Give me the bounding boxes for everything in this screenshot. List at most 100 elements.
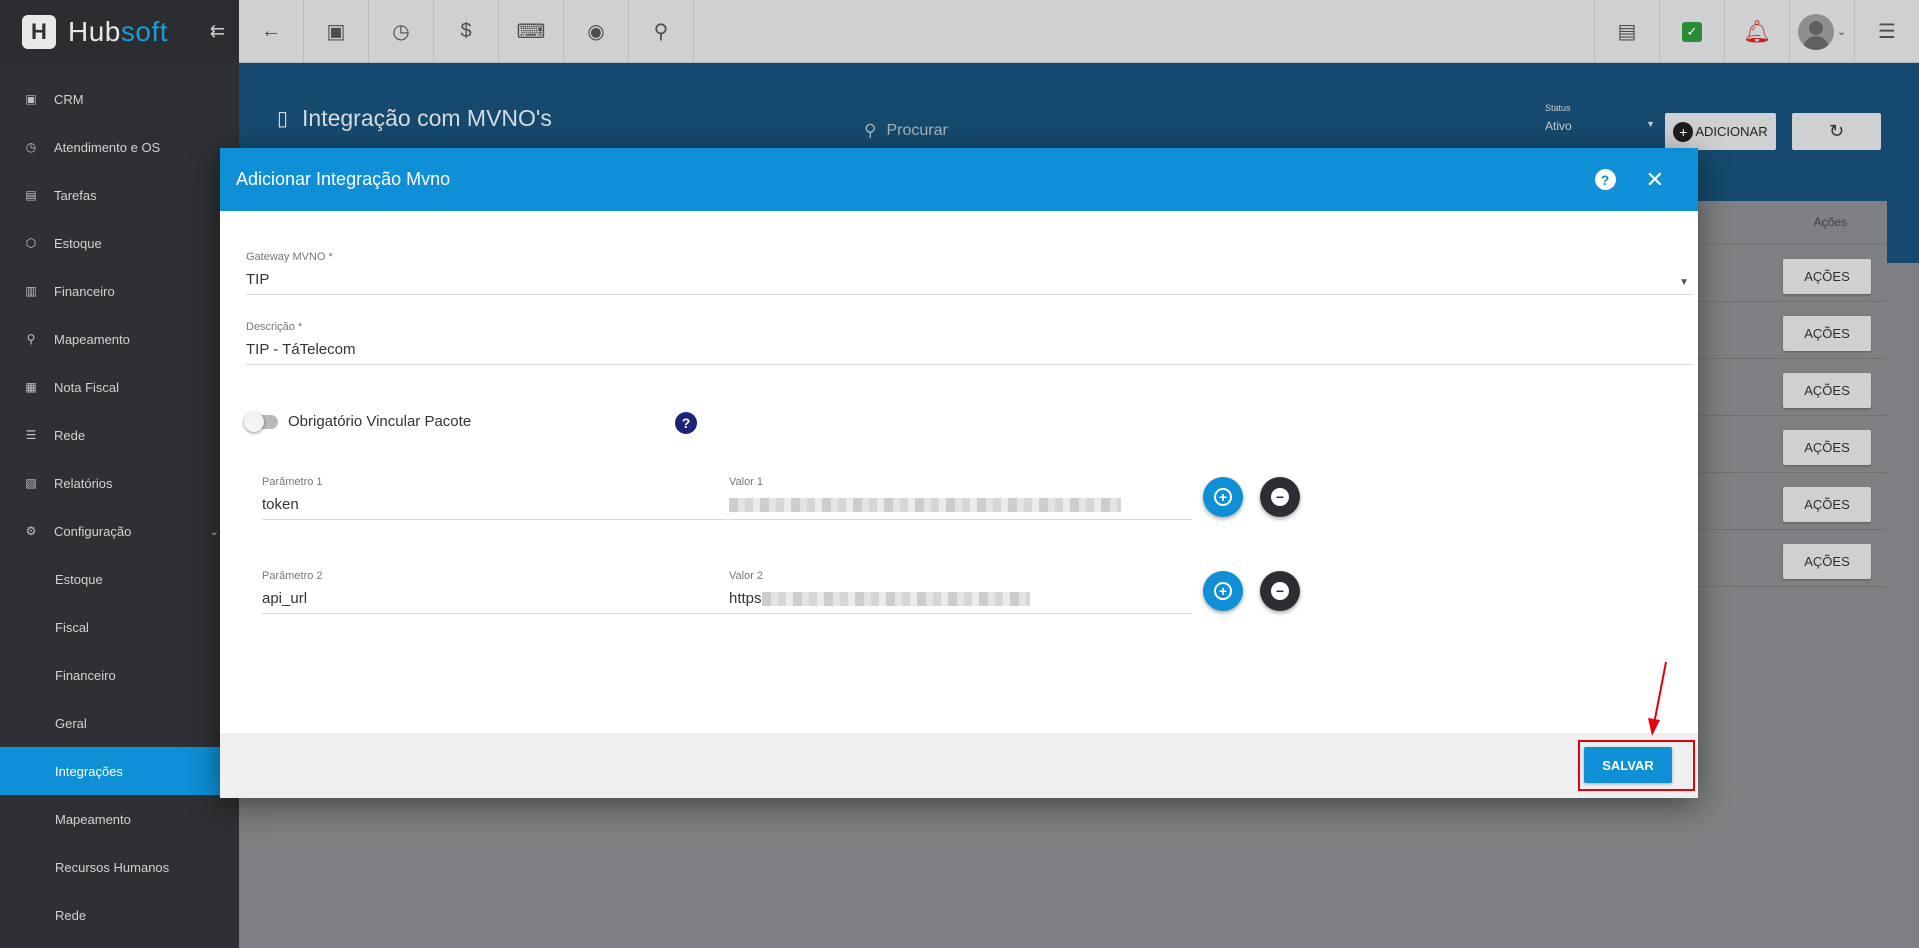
check-message-button[interactable]: ✓ — [1659, 0, 1724, 63]
invoice-icon: ▦ — [25, 380, 37, 394]
help-circle-icon[interactable]: ? — [675, 412, 697, 434]
list-menu-icon[interactable]: ☰ — [1854, 0, 1919, 63]
sidebar-item-relatorios[interactable]: ▧ Relatórios — [0, 459, 239, 507]
refresh-icon: ↻ — [1828, 121, 1845, 141]
mobile-phone-icon: ▯ — [277, 108, 289, 130]
gear-icon: ⚙ — [25, 524, 37, 538]
remove-parameter-button[interactable]: − — [1260, 571, 1300, 611]
search-input[interactable]: ⚲ Procurar — [864, 121, 948, 141]
modal-body: Gateway MVNO * TIP ▼ Descrição * TIP - T… — [220, 211, 1698, 733]
parametro-2-field[interactable]: Parâmetro 2 api_url — [262, 570, 727, 614]
sidebar-subitem-fiscal[interactable]: Fiscal — [0, 603, 239, 651]
search-icon: ⚲ — [864, 121, 877, 140]
bell-icon: 🔔︎ — [1743, 18, 1771, 44]
chevron-down-icon: ⌄ — [1836, 26, 1847, 38]
sidebar-subitem-financeiro[interactable]: Financeiro — [0, 651, 239, 699]
add-parameter-button[interactable]: + — [1203, 571, 1243, 611]
status-select[interactable]: Status Ativo ▼ — [1545, 103, 1655, 133]
calendar-clock-icon[interactable]: ◷ — [369, 0, 434, 63]
search-icon[interactable]: ⚲ — [629, 0, 694, 63]
sidebar-item-crm[interactable]: ▣ CRM — [0, 75, 239, 123]
minus-circle-icon: − — [1271, 488, 1289, 506]
descricao-field[interactable]: Descrição * TIP - TáTelecom — [246, 321, 1693, 365]
help-icon[interactable]: ? — [1594, 169, 1616, 190]
sidebar-menu: ▣ CRM ◷ Atendimento e OS ▤ Tarefas ⬡ Estoque… — [0, 63, 239, 939]
row-actions-button[interactable]: AÇÕES — [1783, 544, 1871, 579]
sidebar-subitem-rede[interactable]: Rede — [0, 891, 239, 939]
remove-parameter-button[interactable]: − — [1260, 477, 1300, 517]
obrigatorio-vincular-pacote-toggle[interactable]: Obrigatório Vincular Pacote — [244, 411, 471, 432]
toggle-switch[interactable] — [244, 411, 278, 432]
dollar-icon[interactable]: $ — [434, 0, 499, 63]
sidebar-subitem-geral[interactable]: Geral — [0, 699, 239, 747]
row-actions-button[interactable]: AÇÕES — [1783, 316, 1871, 351]
back-arrow-icon[interactable]: ← — [239, 0, 304, 63]
report-file-icon: ▧ — [25, 476, 37, 490]
sidebar-item-mapeamento[interactable]: ⚲ Mapeamento — [0, 315, 239, 363]
sidebar-subitem-estoque[interactable]: Estoque — [0, 555, 239, 603]
modal-header: Adicionar Integração Mvno ? ✕ — [220, 148, 1698, 211]
pdf-file-icon[interactable]: ▤ — [1594, 0, 1659, 63]
row-actions-button[interactable]: AÇÕES — [1783, 259, 1871, 294]
modal-footer: SALVAR — [220, 733, 1698, 798]
sidebar-item-nota-fiscal[interactable]: ▦ Nota Fiscal — [0, 363, 239, 411]
user-menu-button[interactable]: ⌄ — [1789, 0, 1854, 63]
row-actions-button[interactable]: AÇÕES — [1783, 373, 1871, 408]
add-button[interactable]: + ADICIONAR — [1665, 113, 1776, 150]
plus-circle-icon: + — [1673, 121, 1694, 142]
valor-1-field[interactable]: Valor 1 — [729, 476, 1192, 520]
plus-circle-icon: + — [1214, 582, 1232, 600]
brand-name: Hubsoft — [68, 15, 169, 47]
sidebar-item-estoque[interactable]: ⬡ Estoque — [0, 219, 239, 267]
calendar-clock-icon: ◷ — [25, 140, 37, 154]
sidebar-item-financeiro[interactable]: ▥ Financeiro — [0, 267, 239, 315]
column-header-actions: Ações — [1813, 215, 1847, 229]
sidebar-subitem-recursos-humanos[interactable]: Recursos Humanos — [0, 843, 239, 891]
caret-down-icon: ▼ — [1679, 277, 1689, 288]
contact-card-icon[interactable]: ▣ — [304, 0, 369, 63]
brand[interactable]: H Hubsoft ⇇ — [0, 0, 239, 63]
sidebar-item-rede[interactable]: ☰ Rede — [0, 411, 239, 459]
page-title-wrap: ▯ Integração com MVNO's — [277, 105, 552, 132]
redacted-value — [761, 592, 1030, 607]
check-message-icon: ✓ — [1682, 21, 1702, 42]
tasks-icon: ▤ — [25, 188, 37, 202]
map-pin-icon: ⚲ — [26, 332, 36, 346]
redacted-value — [729, 498, 1121, 513]
chevron-down-icon: ⌄ — [209, 525, 219, 538]
sidebar-item-atendimento[interactable]: ◷ Atendimento e OS — [0, 123, 239, 171]
sidebar-subitem-integracoes[interactable]: Integrações — [0, 747, 239, 795]
parametro-1-field[interactable]: Parâmetro 1 token — [262, 476, 727, 520]
network-icon: ☰ — [25, 428, 37, 442]
modal-title: Adicionar Integração Mvno — [236, 169, 451, 189]
add-parameter-button[interactable]: + — [1203, 477, 1243, 517]
annotation-arrow-icon — [1648, 661, 1667, 736]
sidebar-subitem-mapeamento[interactable]: Mapeamento — [0, 795, 239, 843]
sidebar-item-tarefas[interactable]: ▤ Tarefas — [0, 171, 239, 219]
row-actions-button[interactable]: AÇÕES — [1783, 430, 1871, 465]
caret-down-icon: ▼ — [1646, 119, 1655, 129]
toolbar-right: ▤ ✓ 🔔︎ ⌄ ☰ — [1594, 0, 1919, 63]
page-title: Integração com MVNO's — [302, 105, 552, 131]
plus-circle-icon: + — [1214, 488, 1232, 506]
add-integration-modal: Adicionar Integração Mvno ? ✕ Gateway MV… — [220, 148, 1698, 798]
terminal-icon[interactable]: ⌨ — [499, 0, 564, 63]
row-actions-button[interactable]: AÇÕES — [1783, 487, 1871, 522]
box-icon: ⬡ — [25, 236, 37, 250]
money-icon: ▥ — [25, 284, 37, 298]
eye-icon[interactable]: ◉ — [564, 0, 629, 63]
collapse-sidebar-icon[interactable]: ⇇ — [210, 21, 225, 42]
sidebar-item-configuracao[interactable]: ⚙ Configuração ⌄ — [0, 507, 239, 555]
annotation-highlight-box — [1578, 740, 1695, 791]
top-toolbar: ← ▣ ◷ $ ⌨ ◉ ⚲ ▤ ✓ 🔔︎ ⌄ ☰ — [239, 0, 1919, 63]
crm-board-icon: ▣ — [25, 92, 37, 106]
close-icon[interactable]: ✕ — [1646, 167, 1664, 193]
valor-2-field[interactable]: Valor 2 https — [729, 570, 1192, 614]
sidebar: H Hubsoft ⇇ ▣ CRM ◷ Atendimento e OS ▤ Tare… — [0, 0, 239, 948]
hubsoft-logo-icon: H — [22, 14, 56, 49]
minus-circle-icon: − — [1271, 582, 1289, 600]
notification-bell-button[interactable]: 🔔︎ — [1724, 0, 1789, 63]
gateway-mvno-select[interactable]: Gateway MVNO * TIP ▼ — [246, 251, 1693, 295]
refresh-button[interactable]: ↻ — [1792, 113, 1881, 150]
avatar — [1797, 13, 1834, 50]
